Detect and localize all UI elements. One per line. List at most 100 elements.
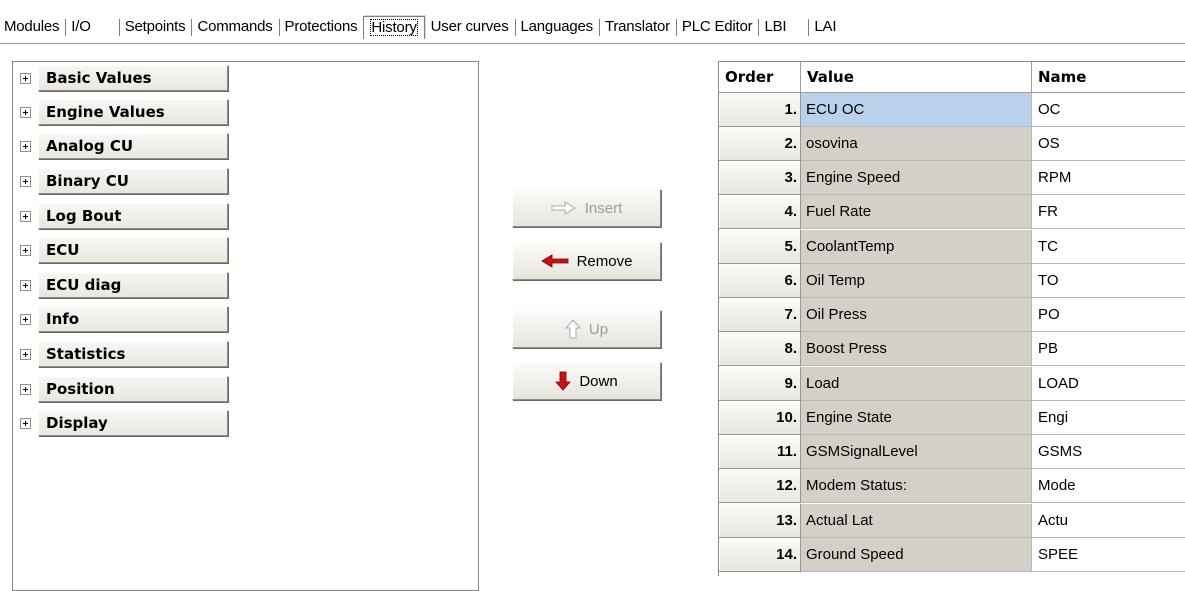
row-value-cell[interactable]: Oil Temp [801,264,1032,298]
row-order-cell[interactable]: 12. [719,469,801,503]
tree-group-label[interactable]: Position [38,376,228,402]
history-values-grid[interactable]: Order Value Name 1. ECU OC OC 2. osovina… [718,61,1185,576]
tree-group-label[interactable]: ECU diag [38,272,228,298]
row-order-cell[interactable]: 7. [719,298,801,332]
tree-item[interactable]: Statistics [13,340,228,368]
tab-modules[interactable]: Modules [0,16,65,38]
table-row[interactable]: 9. Load LOAD [719,367,1185,401]
row-name-cell[interactable]: Mode [1032,469,1185,503]
row-value-cell[interactable]: Fuel Rate [801,195,1032,229]
tree-group-label[interactable]: Basic Values [38,65,228,91]
row-name-cell[interactable]: GSMS [1032,435,1185,469]
row-value-cell[interactable]: Ground Speed [801,538,1032,572]
row-value-cell[interactable]: Actual Lat [801,504,1032,538]
tab-lbi[interactable]: LBI [758,16,808,38]
row-name-cell[interactable]: PO [1032,298,1185,332]
column-header-name[interactable]: Name [1032,62,1185,93]
row-value-cell[interactable]: Oil Press [801,298,1032,332]
tree-item[interactable]: Basic Values [13,64,228,92]
tab-plc-editor[interactable]: PLC Editor [675,16,759,38]
expand-plus-icon[interactable] [13,271,38,299]
tree-group-label[interactable]: Engine Values [38,99,228,125]
tree-item[interactable]: Engine Values [13,98,228,126]
remove-button[interactable]: Remove [512,242,661,280]
tree-group-label[interactable]: Binary CU [38,168,228,194]
tree-group-label[interactable]: Log Bout [38,203,228,229]
table-row[interactable]: 14. Ground Speed SPEE [719,538,1185,572]
tree-item[interactable]: ECU [13,236,228,264]
row-order-cell[interactable]: 13. [719,504,801,538]
row-name-cell[interactable]: TC [1032,230,1185,264]
row-name-cell[interactable]: Actu [1032,504,1185,538]
tab-lai[interactable]: LAI [808,16,842,38]
table-row[interactable]: 6. Oil Temp TO [719,264,1185,298]
table-row[interactable]: 7. Oil Press PO [719,298,1185,332]
row-order-cell[interactable]: 5. [719,230,801,264]
tree-group-label[interactable]: ECU [38,237,228,263]
tab-translator[interactable]: Translator [598,16,676,38]
tab-protections[interactable]: Protections [278,16,364,38]
tree-item[interactable]: Info [13,305,228,333]
tree-item[interactable]: Position [13,375,228,403]
row-order-cell[interactable]: 2. [719,127,801,161]
tree-item[interactable]: Binary CU [13,167,228,195]
value-group-tree[interactable]: Basic Values Engine Values Analog CU Bin… [12,61,479,591]
expand-plus-icon[interactable] [13,98,38,126]
tab-io[interactable]: I/O [65,16,118,38]
row-name-cell[interactable]: OS [1032,127,1185,161]
table-row[interactable]: 5. CoolantTemp TC [719,230,1185,264]
table-row[interactable]: 12. Modem Status: Mode [719,469,1185,503]
tree-item[interactable]: Analog CU [13,132,228,160]
expand-plus-icon[interactable] [13,167,38,195]
expand-plus-icon[interactable] [13,202,38,230]
row-name-cell[interactable]: SPEE [1032,538,1185,572]
row-value-cell[interactable]: osovina [801,127,1032,161]
row-name-cell[interactable]: TO [1032,264,1185,298]
tree-group-label[interactable]: Display [38,410,228,436]
table-row[interactable]: 2. osovina OS [719,127,1185,161]
row-name-cell[interactable]: OC [1032,93,1185,127]
row-value-cell[interactable]: CoolantTemp [801,230,1032,264]
tree-item[interactable]: Log Bout [13,202,228,230]
table-row[interactable]: 10. Engine State Engi [719,401,1185,435]
row-value-cell[interactable]: Boost Press [801,332,1032,366]
expand-plus-icon[interactable] [13,409,38,437]
insert-button[interactable]: Insert [512,189,661,227]
row-value-cell[interactable]: GSMSignalLevel [801,435,1032,469]
tab-user-curves[interactable]: User curves [425,16,515,38]
tab-commands[interactable]: Commands [191,16,278,38]
row-order-cell[interactable]: 11. [719,435,801,469]
expand-plus-icon[interactable] [13,236,38,264]
row-value-cell[interactable]: Modem Status: [801,469,1032,503]
tree-group-label[interactable]: Analog CU [38,133,228,159]
row-value-cell[interactable]: Engine State [801,401,1032,435]
row-name-cell[interactable]: FR [1032,195,1185,229]
row-name-cell[interactable]: Engi [1032,401,1185,435]
row-order-cell[interactable]: 9. [719,367,801,401]
row-value-cell[interactable]: ECU OC [801,93,1032,127]
table-row[interactable]: 4. Fuel Rate FR [719,195,1185,229]
expand-plus-icon[interactable] [13,340,38,368]
down-button[interactable]: Down [512,362,661,400]
row-name-cell[interactable]: PB [1032,332,1185,366]
table-row[interactable]: 8. Boost Press PB [719,332,1185,366]
expand-plus-icon[interactable] [13,305,38,333]
row-order-cell[interactable]: 1. [719,93,801,127]
table-row[interactable]: 11. GSMSignalLevel GSMS [719,435,1185,469]
column-header-value[interactable]: Value [801,62,1032,93]
up-button[interactable]: Up [512,310,661,348]
expand-plus-icon[interactable] [13,375,38,403]
tab-languages[interactable]: Languages [514,16,599,38]
row-value-cell[interactable]: Engine Speed [801,161,1032,195]
row-order-cell[interactable]: 6. [719,264,801,298]
table-row[interactable]: 1. ECU OC OC [719,93,1185,127]
expand-plus-icon[interactable] [13,64,38,92]
column-header-order[interactable]: Order [719,62,801,93]
table-row[interactable]: 3. Engine Speed RPM [719,161,1185,195]
row-name-cell[interactable]: RPM [1032,161,1185,195]
row-value-cell[interactable]: Load [801,367,1032,401]
row-order-cell[interactable]: 8. [719,332,801,366]
tab-setpoints[interactable]: Setpoints [118,16,192,38]
table-row[interactable]: 13. Actual Lat Actu [719,504,1185,538]
expand-plus-icon[interactable] [13,132,38,160]
